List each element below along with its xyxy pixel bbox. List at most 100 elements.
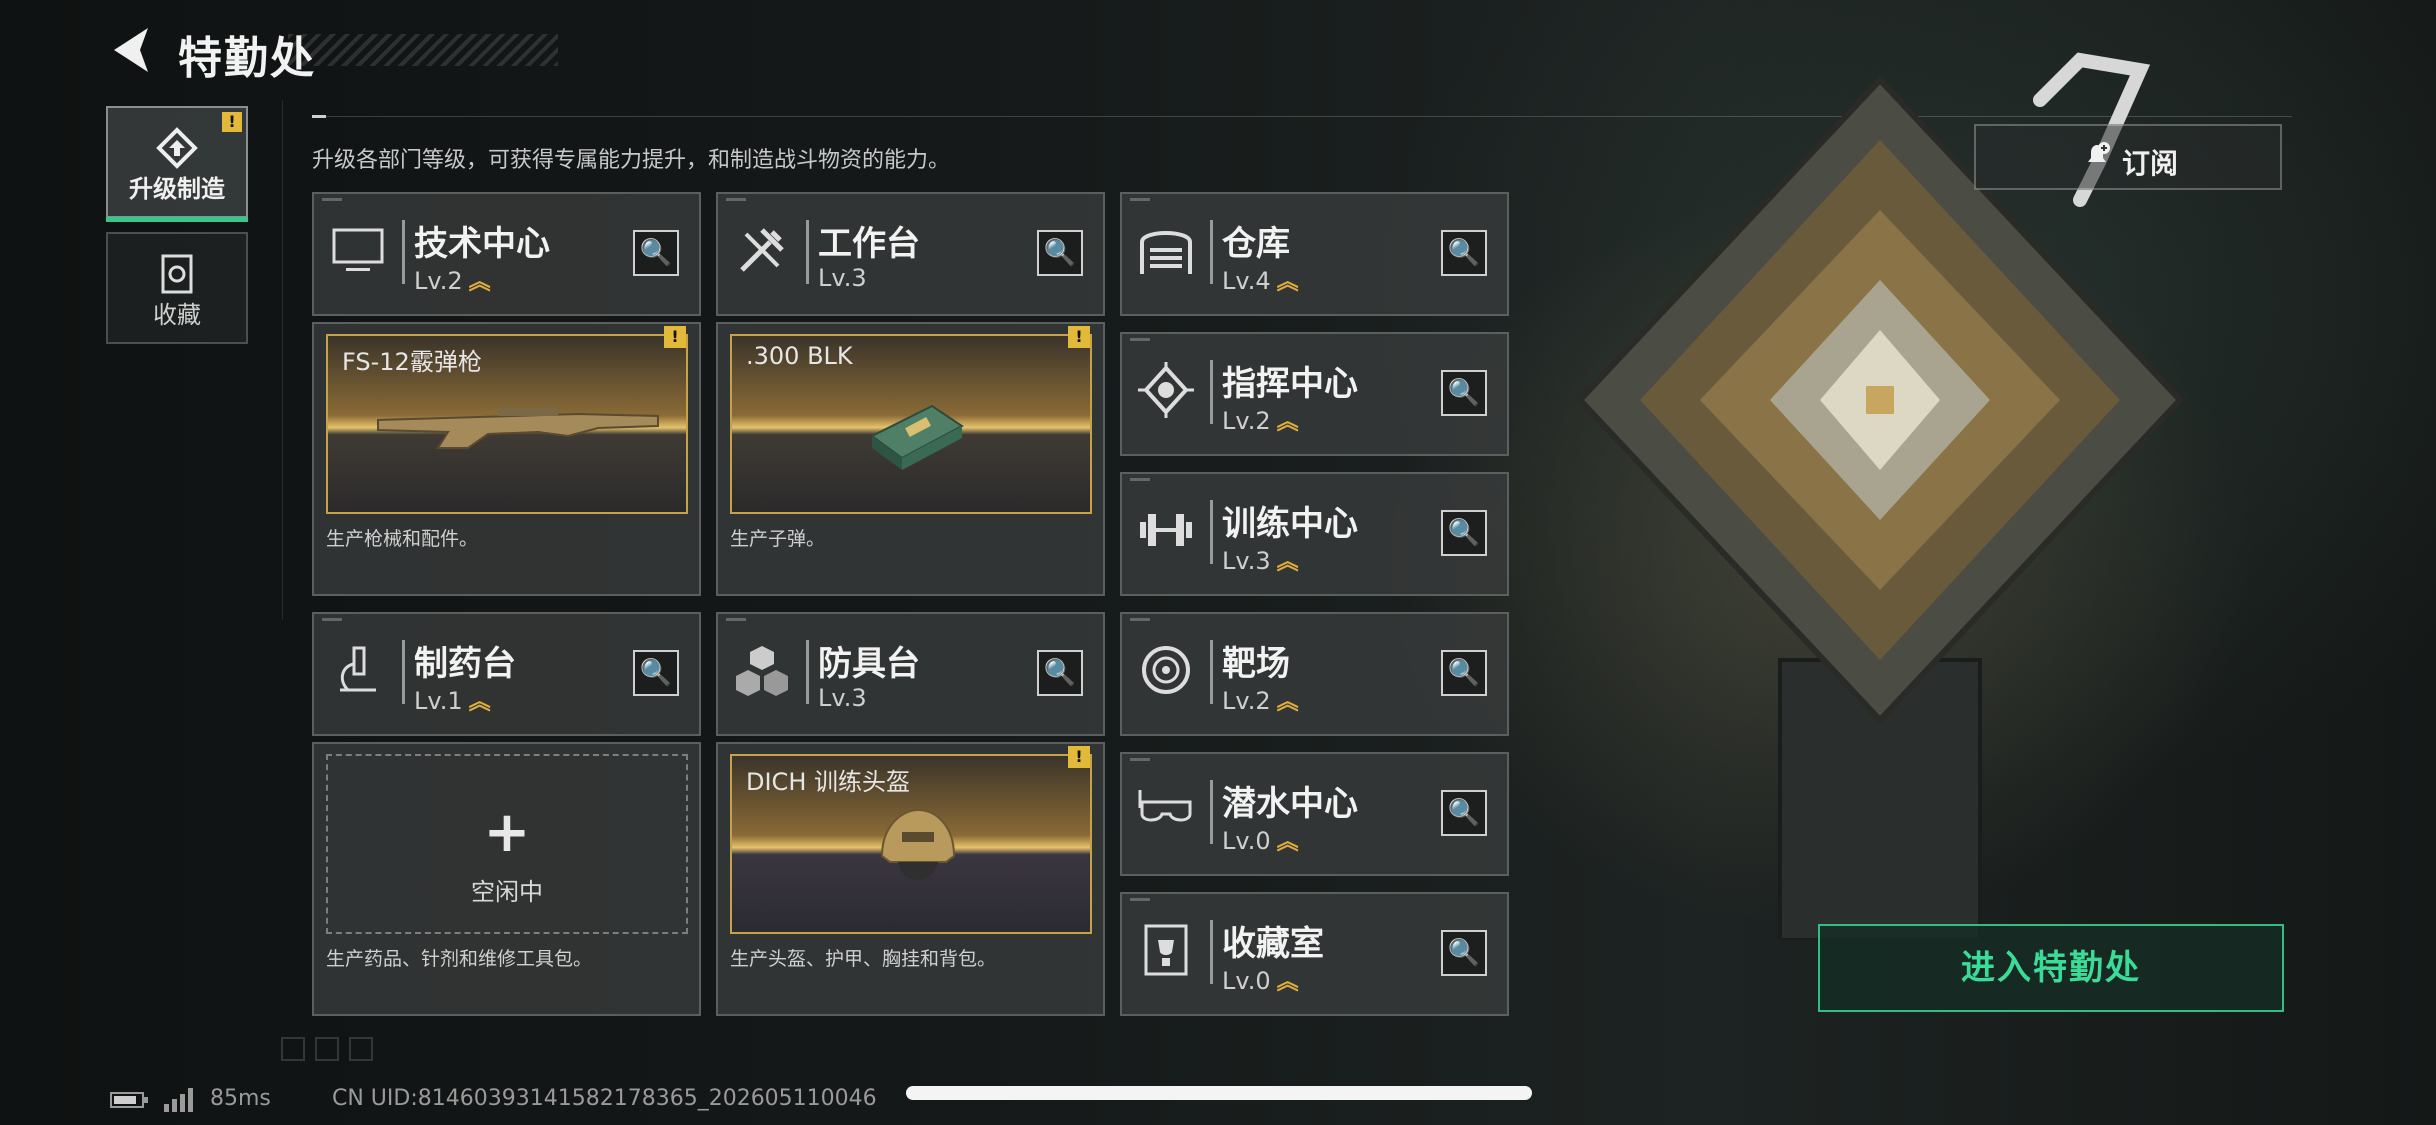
title-decoration [288, 34, 558, 66]
signal-icon [164, 1088, 193, 1112]
dept-card-collection-room[interactable]: 收藏室 Lv.0 ︽ 🔍 [1120, 892, 1509, 1016]
search-icon: 🔍 [1043, 658, 1077, 688]
tab-label: 收藏 [153, 301, 201, 329]
production-description: 生产头盔、护甲、胸挂和背包。 [730, 948, 997, 970]
subscribe-label: 订阅 [2122, 147, 2179, 180]
level-text: Lv.2 [414, 267, 463, 295]
card-tick [726, 618, 746, 621]
dept-name: 防具台 [818, 644, 920, 684]
dumbbell-icon [1140, 514, 1192, 546]
dept-card-training-center[interactable]: 训练中心 Lv.3 ︽ 🔍 [1120, 472, 1509, 596]
back-button[interactable] [108, 24, 154, 76]
card-separator [402, 640, 405, 704]
dept-level: Lv.2 ︽ [1222, 684, 1299, 716]
divider-line [282, 100, 283, 620]
search-icon: 🔍 [1447, 938, 1481, 968]
production-slot-pharmacy[interactable]: + 空闲中 生产药品、针剂和维修工具包。 [312, 742, 701, 1016]
search-button[interactable]: 🔍 [1441, 370, 1487, 416]
dept-card-armor-bench[interactable]: 防具台 Lv.3 🔍 [716, 612, 1105, 736]
subscribe-button[interactable]: 订阅 [1974, 124, 2282, 190]
search-button[interactable]: 🔍 [633, 230, 679, 276]
production-slot-armor-bench[interactable]: DICH 训练头盔 ! 生产头盔、护甲、胸挂和背包。 [716, 742, 1105, 1016]
item-name: DICH 训练头盔 [746, 768, 910, 796]
bell-plus-icon [2082, 140, 2112, 178]
card-separator [1210, 780, 1213, 844]
tab-label: 升级制造 [129, 175, 225, 203]
item-frame[interactable]: .300 BLK ! [730, 326, 1092, 514]
dept-level: Lv.2 ︽ [1222, 404, 1299, 436]
search-icon: 🔍 [1447, 798, 1481, 828]
level-up-icon: ︽ [1276, 410, 1299, 435]
dept-level: Lv.3 ︽ [1222, 544, 1299, 576]
dept-level: Lv.0 ︽ [1222, 964, 1299, 996]
search-button[interactable]: 🔍 [1441, 510, 1487, 556]
dept-name: 工作台 [818, 224, 920, 264]
level-up-icon: ︽ [1276, 690, 1299, 715]
production-slot-workbench[interactable]: .300 BLK ! 生产子弹。 [716, 322, 1105, 596]
card-separator [1210, 640, 1213, 704]
dept-level: Lv.1 ︽ [414, 684, 491, 716]
page-description: 升级各部门等级，可获得专属能力提升，和制造战斗物资的能力。 [312, 148, 951, 173]
dept-card-command-center[interactable]: 指挥中心 Lv.2 ︽ 🔍 [1120, 332, 1509, 456]
card-separator [1210, 500, 1213, 564]
tools-icon [740, 228, 784, 272]
level-text: Lv.0 [1222, 967, 1271, 995]
search-button[interactable]: 🔍 [1441, 790, 1487, 836]
card-tick [322, 618, 342, 621]
card-tick [1130, 618, 1150, 621]
enter-special-ops-button[interactable]: 进入特勤处 [1818, 924, 2284, 1012]
dept-card-warehouse[interactable]: 仓库 Lv.4 ︽ 🔍 [1120, 192, 1509, 316]
battery-icon [110, 1092, 148, 1108]
level-text: Lv.2 [1222, 687, 1271, 715]
search-button[interactable]: 🔍 [1037, 230, 1083, 276]
dept-card-tech-center[interactable]: 技术中心 Lv.2 ︽ 🔍 [312, 192, 701, 316]
card-tick [1130, 758, 1150, 761]
dept-name: 靶场 [1222, 644, 1290, 684]
tab-upgrade-craft[interactable]: ! 升级制造 [106, 106, 248, 222]
battery-fill [114, 1096, 136, 1104]
dept-name: 训练中心 [1222, 504, 1358, 544]
shotgun-image [377, 408, 659, 449]
helmet-image [880, 808, 956, 880]
dept-card-shooting-range[interactable]: 靶场 Lv.2 ︽ 🔍 [1120, 612, 1509, 736]
dept-level: Lv.3 [818, 684, 867, 712]
level-up-icon: ︽ [1276, 270, 1299, 295]
search-button[interactable]: 🔍 [1441, 930, 1487, 976]
search-button[interactable]: 🔍 [1441, 650, 1487, 696]
search-button[interactable]: 🔍 [1037, 650, 1083, 696]
ammo-box-image [870, 404, 964, 470]
home-indicator[interactable] [906, 1086, 1532, 1100]
dept-level: Lv.0 ︽ [1222, 824, 1299, 856]
level-text: Lv.4 [1222, 267, 1271, 295]
level-text: Lv.3 [1222, 547, 1271, 575]
alert-badge: ! [1068, 326, 1090, 348]
alert-badge: ! [664, 326, 686, 348]
empty-slot[interactable]: + 空闲中 [326, 754, 688, 934]
item-frame[interactable]: FS-12霰弹枪 ! [326, 326, 688, 514]
dept-card-workbench[interactable]: 工作台 Lv.3 🔍 [716, 192, 1105, 316]
item-name: .300 BLK [746, 342, 853, 370]
idle-label: 空闲中 [471, 878, 543, 906]
item-frame[interactable]: DICH 训练头盔 ! [730, 746, 1092, 934]
card-separator [806, 640, 809, 704]
item-name: FS-12霰弹枪 [342, 348, 482, 376]
production-slot-tech-center[interactable]: FS-12霰弹枪 ! 生产枪械和配件。 [312, 322, 701, 596]
search-button[interactable]: 🔍 [1441, 230, 1487, 276]
level-up-icon: ︽ [1276, 550, 1299, 575]
dept-card-diving-center[interactable]: 潜水中心 Lv.0 ︽ 🔍 [1120, 752, 1509, 876]
search-icon: 🔍 [1447, 658, 1481, 688]
dept-name: 潜水中心 [1222, 784, 1358, 824]
tab-collection[interactable]: 收藏 [106, 232, 248, 344]
level-up-icon: ︽ [468, 690, 491, 715]
search-icon: 🔍 [1447, 518, 1481, 548]
dept-card-pharmacy[interactable]: 制药台 Lv.1 ︽ 🔍 [312, 612, 701, 736]
add-icon: + [483, 800, 531, 865]
search-button[interactable]: 🔍 [633, 650, 679, 696]
search-icon: 🔍 [639, 658, 673, 688]
level-up-icon: ︽ [1276, 830, 1299, 855]
ping-indicator: 85ms [210, 1086, 271, 1111]
user-uid: CN UID:8146039314158217836​5_20260511004… [332, 1086, 877, 1111]
search-icon: 🔍 [1447, 378, 1481, 408]
search-icon: 🔍 [1447, 238, 1481, 268]
level-text: Lv.1 [414, 687, 463, 715]
